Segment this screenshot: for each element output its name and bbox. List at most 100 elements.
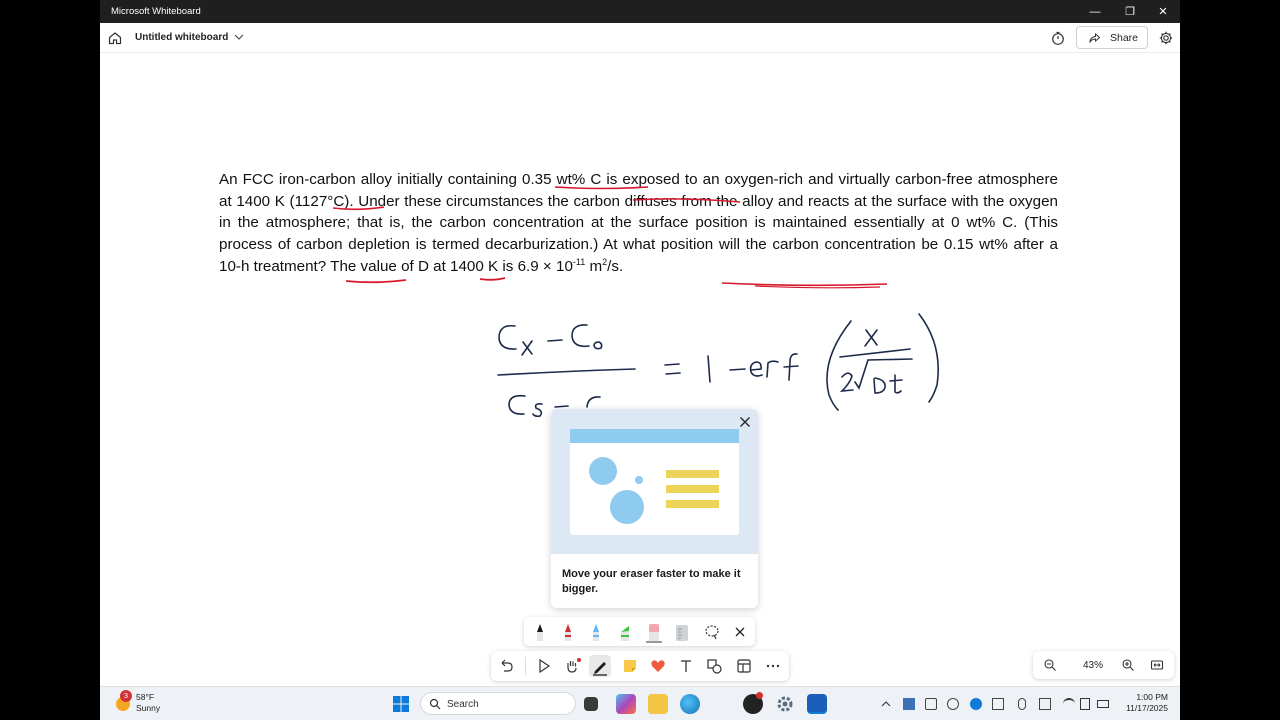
unit-text: m bbox=[585, 257, 603, 275]
hw-one bbox=[707, 355, 711, 383]
underline-1400k-d2 bbox=[754, 285, 881, 289]
zoom-in-icon[interactable] bbox=[1121, 658, 1135, 672]
templates-icon[interactable] bbox=[735, 657, 753, 675]
close-icon[interactable] bbox=[737, 414, 753, 430]
eraser-icon[interactable] bbox=[644, 621, 664, 643]
handwritten-equation bbox=[497, 313, 939, 418]
more-icon[interactable] bbox=[764, 657, 782, 675]
hw-sqrt bbox=[854, 358, 913, 390]
hw-D bbox=[873, 377, 886, 394]
chevron-up-icon[interactable] bbox=[880, 698, 892, 710]
pen-tray-icon[interactable] bbox=[1039, 698, 1051, 710]
task-view-icon[interactable] bbox=[584, 697, 598, 711]
shapes-icon[interactable] bbox=[705, 657, 723, 675]
weather-temp: 58°F bbox=[136, 692, 155, 702]
hw-e bbox=[749, 361, 763, 377]
weather-badge: 3 bbox=[120, 690, 132, 702]
red-pen-icon[interactable] bbox=[558, 621, 578, 643]
taskbar-search[interactable]: Search bbox=[420, 692, 576, 715]
share-label: Share bbox=[1110, 32, 1139, 44]
hand-icon[interactable] bbox=[563, 657, 581, 675]
file-explorer-icon[interactable] bbox=[648, 694, 668, 714]
zoom-level[interactable]: 43% bbox=[1080, 660, 1106, 671]
hw-x1 bbox=[521, 340, 533, 356]
close-button[interactable]: ✕ bbox=[1148, 3, 1178, 21]
dropbox-icon[interactable] bbox=[903, 698, 915, 710]
clock[interactable]: 1:00 PM 11/17/2025 bbox=[1108, 692, 1168, 714]
underline-10h bbox=[479, 277, 506, 281]
app-header: Untitled whiteboard Share bbox=[100, 23, 1180, 53]
window-title: Microsoft Whiteboard bbox=[111, 6, 201, 17]
zoom-control: 43% bbox=[1033, 651, 1174, 679]
clock-date: 11/17/2025 bbox=[1126, 703, 1168, 713]
hw-inner-bar bbox=[839, 348, 911, 358]
underline-1400k-d bbox=[721, 282, 888, 287]
hw-r bbox=[766, 360, 779, 378]
maximize-button[interactable]: ❐ bbox=[1115, 3, 1145, 21]
chevron-down-icon[interactable] bbox=[233, 31, 245, 43]
hw-f bbox=[783, 353, 799, 381]
gear-icon[interactable] bbox=[1158, 30, 1174, 46]
speaker-icon[interactable] bbox=[1080, 698, 1090, 710]
timer-icon[interactable] bbox=[1050, 30, 1066, 46]
hw-C4 bbox=[586, 396, 601, 408]
hw-s bbox=[532, 403, 543, 418]
hw-C2 bbox=[571, 324, 590, 348]
taskbar: 3 58°F Sunny Search 1:00 PM 11/17/2025 bbox=[100, 686, 1180, 720]
blue-pen-icon[interactable] bbox=[586, 621, 606, 643]
close-tray-icon[interactable] bbox=[730, 621, 750, 643]
microphone-icon[interactable] bbox=[1018, 698, 1026, 710]
hw-t bbox=[889, 374, 903, 394]
hw-C1 bbox=[498, 324, 517, 350]
hw-o1 bbox=[593, 341, 603, 350]
weather-desc: Sunny bbox=[136, 703, 161, 713]
windows-start-icon[interactable] bbox=[392, 695, 410, 713]
minimize-button[interactable]: — bbox=[1080, 3, 1110, 21]
onedrive-icon[interactable] bbox=[970, 698, 982, 710]
notification-dot bbox=[756, 692, 763, 699]
screen: Microsoft Whiteboard — ❐ ✕ Untitled whit… bbox=[0, 0, 1280, 720]
share-icon bbox=[1089, 32, 1101, 43]
clock-time: 1:00 PM bbox=[1136, 692, 1168, 702]
ink-layer bbox=[332, 186, 939, 418]
board-title[interactable]: Untitled whiteboard bbox=[135, 32, 228, 43]
fit-to-screen-icon[interactable] bbox=[1150, 658, 1164, 672]
ruler-icon[interactable] bbox=[672, 621, 692, 643]
lasso-icon[interactable] bbox=[702, 621, 722, 643]
search-placeholder: Search bbox=[447, 699, 479, 710]
cloud-icon[interactable] bbox=[947, 698, 959, 710]
hw-fraction-bar bbox=[497, 368, 636, 376]
whiteboard-app-icon[interactable] bbox=[807, 694, 827, 714]
weather-widget[interactable]: 58°F Sunny bbox=[136, 692, 160, 714]
search-icon bbox=[429, 698, 441, 710]
green-highlighter-icon[interactable] bbox=[615, 621, 635, 643]
share-button[interactable]: Share bbox=[1076, 26, 1148, 49]
black-pen-icon[interactable] bbox=[530, 621, 550, 643]
underline-015 bbox=[345, 279, 407, 284]
eraser-illustration-icon bbox=[570, 429, 739, 535]
select-icon[interactable] bbox=[535, 657, 553, 675]
undo-icon[interactable] bbox=[497, 657, 515, 675]
unit-tail: /s. bbox=[607, 257, 624, 275]
hw-paren-left bbox=[826, 320, 852, 411]
whiteboard-app: Microsoft Whiteboard — ❐ ✕ Untitled whit… bbox=[100, 0, 1180, 720]
teams-icon[interactable] bbox=[992, 698, 1004, 710]
hw-minus2 bbox=[554, 405, 569, 408]
hw-equals bbox=[664, 363, 681, 375]
hw-C3 bbox=[508, 394, 526, 415]
eraser-tip-popup: Move your eraser faster to make it bigge… bbox=[551, 409, 758, 608]
copilot-icon[interactable] bbox=[616, 694, 636, 714]
sticky-note-icon[interactable] bbox=[621, 657, 639, 675]
screen-icon[interactable] bbox=[925, 698, 937, 710]
reaction-heart-icon[interactable] bbox=[649, 657, 667, 675]
wifi-icon[interactable] bbox=[1063, 698, 1075, 710]
settings-gear-icon[interactable] bbox=[775, 694, 795, 714]
pen-tool-icon[interactable] bbox=[589, 655, 611, 677]
edge-icon[interactable] bbox=[680, 694, 700, 714]
home-icon[interactable] bbox=[107, 30, 123, 46]
problem-statement: An FCC iron-carbon alloy initially conta… bbox=[219, 169, 1058, 278]
text-icon[interactable] bbox=[677, 657, 695, 675]
main-toolbar bbox=[491, 651, 789, 681]
hw-paren-right bbox=[918, 313, 939, 403]
zoom-out-icon[interactable] bbox=[1043, 658, 1057, 672]
